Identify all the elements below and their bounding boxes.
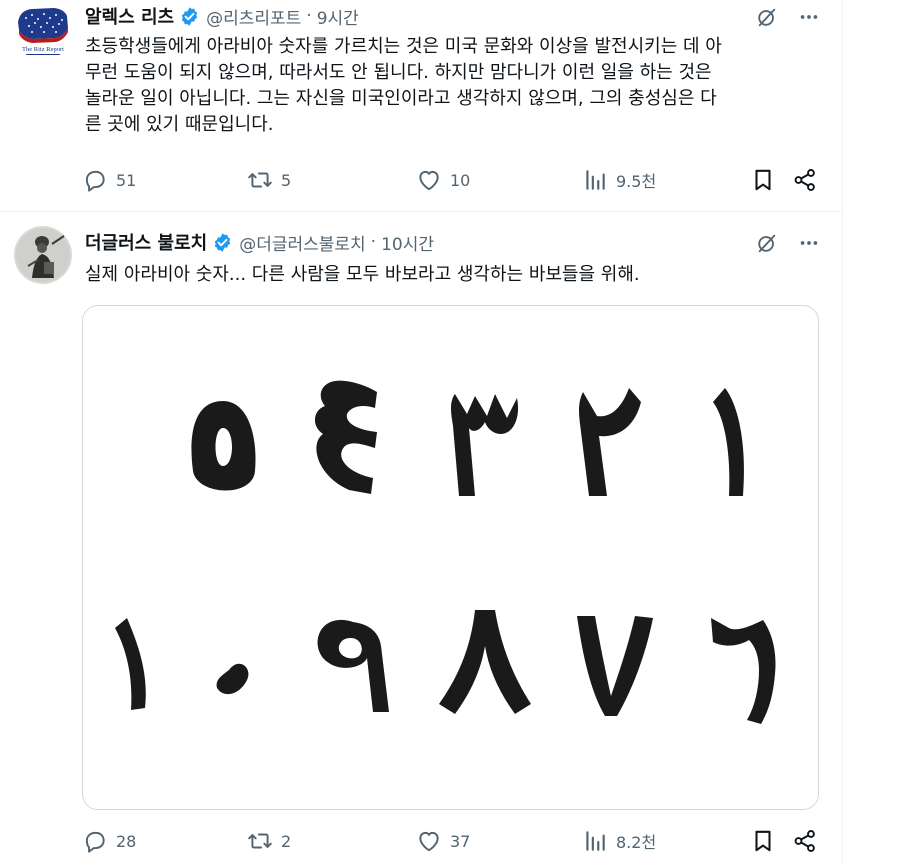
tweet-douglas-bullock[interactable]: 더글러스 불로치 @더글러스불로치 · 10시간 실제 아라비아 숫자... 다… [0, 212, 842, 866]
author-name[interactable]: 알렉스 리츠 [85, 3, 174, 29]
like-icon [419, 170, 439, 191]
more-icon[interactable] [798, 232, 820, 254]
bookmark-button[interactable] [750, 165, 776, 195]
views-icon [586, 170, 605, 190]
repost-count: 2 [281, 831, 292, 851]
tweet-timestamp[interactable]: 10시간 [381, 230, 434, 255]
view-count: 9.5천 [616, 172, 657, 191]
like-icon [419, 831, 439, 852]
repost-button[interactable]: 2 [247, 826, 291, 856]
reply-icon [85, 170, 105, 192]
more-icon[interactable] [798, 6, 820, 28]
tweet-top-actions [756, 232, 820, 254]
bookmark-button[interactable] [750, 826, 776, 856]
view-count: 8.2천 [616, 833, 657, 852]
views-button[interactable]: 8.2천 [582, 826, 656, 856]
tweet-top-actions [756, 6, 820, 28]
avatar[interactable]: The Ritz Report [14, 2, 72, 60]
like-button[interactable]: 10 [416, 165, 470, 195]
like-button[interactable]: 37 [416, 826, 470, 856]
reply-count: 28 [116, 831, 137, 851]
reply-button[interactable]: 28 [82, 826, 136, 856]
author-handle[interactable]: @리츠리포트 [206, 4, 301, 29]
tweet-media-image[interactable] [82, 305, 819, 810]
grok-icon[interactable] [756, 232, 778, 254]
tweet-action-bar: 28 2 37 8.2천 [82, 826, 822, 856]
author-name[interactable]: 더글러스 불로치 [85, 229, 207, 255]
repost-count: 5 [281, 170, 292, 190]
share-button[interactable] [792, 165, 818, 195]
share-icon [794, 830, 815, 852]
tweet-action-bar: 51 5 10 9.5천 [82, 165, 822, 195]
author-handle[interactable]: @더글러스불로치 [239, 230, 365, 255]
reply-icon [85, 831, 105, 853]
repost-icon [248, 833, 272, 849]
repost-button[interactable]: 5 [247, 165, 291, 195]
avatar[interactable] [14, 226, 72, 284]
tweet-header: 더글러스 불로치 @더글러스불로치 · 10시간 [85, 229, 434, 255]
timeline-feed: The Ritz Report 알렉스 리츠 @리츠리포트 · 9시간 초등학생… [0, 0, 842, 866]
tweet-alex-ritz[interactable]: The Ritz Report 알렉스 리츠 @리츠리포트 · 9시간 초등학생… [0, 0, 842, 212]
ritz-report-logo: The Ritz Report [14, 2, 72, 60]
views-button[interactable]: 9.5천 [582, 165, 656, 195]
share-button[interactable] [792, 826, 818, 856]
bookmark-icon [755, 169, 771, 191]
arabic-numerals-image [83, 306, 818, 809]
separator-dot: · [370, 232, 377, 252]
avatar-photo [14, 226, 72, 284]
tweet-header: 알렉스 리츠 @리츠리포트 · 9시간 [85, 3, 359, 29]
reply-button[interactable]: 51 [82, 165, 136, 195]
views-icon [586, 831, 605, 851]
like-count: 37 [450, 831, 471, 851]
reply-count: 51 [116, 170, 137, 190]
like-count: 10 [450, 170, 471, 190]
tweet-text: 초등학생들에게 아라비아 숫자를 가르치는 것은 미국 문화와 이상을 발전시키… [85, 36, 722, 135]
avatar-logo-text: The Ritz Report [22, 46, 64, 53]
grok-icon[interactable] [756, 6, 778, 28]
tweet-text: 실제 아라비아 숫자... 다른 사람을 모두 바보라고 생각하는 바보들을 위… [85, 264, 640, 285]
separator-dot: · [306, 6, 312, 26]
column-divider [842, 0, 843, 866]
verified-badge-icon [212, 232, 233, 253]
tweet-timestamp[interactable]: 9시간 [317, 4, 359, 29]
bookmark-icon [755, 830, 771, 852]
verified-badge-icon [179, 6, 200, 27]
share-icon [794, 169, 815, 191]
repost-icon [248, 172, 272, 188]
